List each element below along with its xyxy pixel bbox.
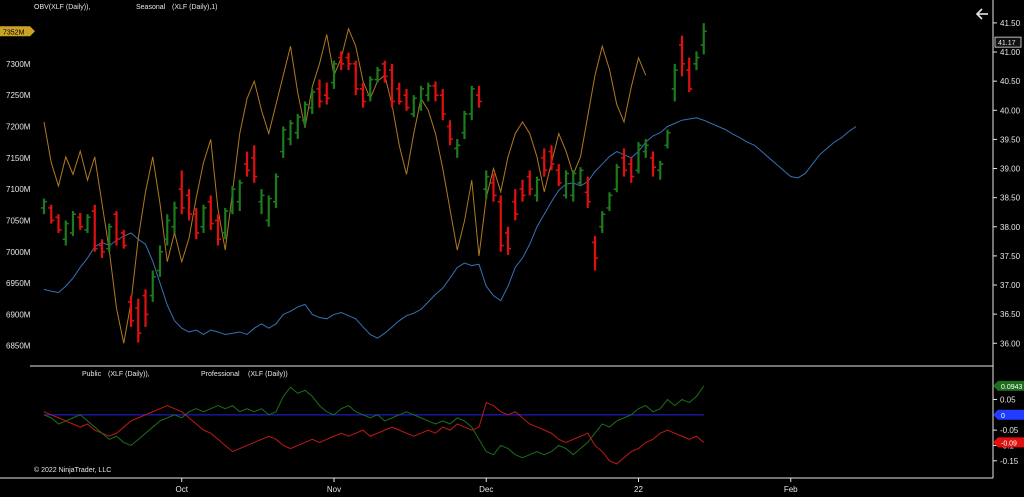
- y-right-tick-label: 37.00: [1000, 281, 1021, 290]
- y-right-tick-label: 38.50: [1000, 194, 1021, 203]
- y-right-tick-label: 37.50: [1000, 252, 1021, 261]
- public-params: (XLF (Daily)),: [108, 371, 150, 378]
- y-left-tick-label: 7100M: [6, 185, 31, 194]
- x-tick-label: Feb: [784, 485, 798, 494]
- osc-tick-label: 0.05: [1000, 395, 1016, 404]
- x-tick-label: Dec: [479, 485, 493, 494]
- obv-title: OBV(XLF (Daily)),: [34, 4, 90, 11]
- x-tick-label: Oct: [176, 485, 189, 494]
- y-left-tick-label: 7300M: [6, 60, 31, 69]
- chart-canvas: OBV(XLF (Daily)), Seasonal (XLF (Daily),…: [0, 0, 1024, 497]
- y-right-tick-label: 40.50: [1000, 77, 1021, 86]
- y-left-tick-label: 6950M: [6, 279, 31, 288]
- y-right-tick-label: 41.00: [1000, 48, 1021, 57]
- y-left-tick-label: 7200M: [6, 122, 31, 131]
- y-left-tick-label: 7250M: [6, 91, 31, 100]
- public-title: Public: [82, 371, 102, 378]
- y-right-tick-label: 39.00: [1000, 165, 1021, 174]
- arrow-left-icon[interactable]: [974, 7, 990, 21]
- y-right-tick-label: 40.00: [1000, 106, 1021, 115]
- seasonal-title: Seasonal: [136, 4, 166, 11]
- y-right-tick-label: 39.50: [1000, 135, 1021, 144]
- y-left-tick-label: 6850M: [6, 342, 31, 351]
- y-right-tick-label: 41.50: [1000, 19, 1021, 28]
- left-value-badge-label: 7352M: [3, 29, 25, 36]
- right-value-badge-label: 41.17: [998, 40, 1016, 47]
- chart-background: [0, 0, 1024, 497]
- professional-title: Professional: [201, 371, 240, 378]
- y-left-tick-label: 7150M: [6, 154, 31, 163]
- professional-params: (XLF (Daily)): [248, 371, 288, 378]
- seasonal-params: (XLF (Daily),1): [172, 4, 218, 11]
- y-left-tick-label: 7050M: [6, 216, 31, 225]
- professional-value-badge-label: 0.0943: [1001, 384, 1023, 391]
- public-value-badge-label: -0.09: [1001, 440, 1017, 447]
- x-tick-label: Nov: [327, 485, 341, 494]
- copyright-text: © 2022 NinjaTrader, LLC: [34, 466, 111, 474]
- osc-tick-label: -0.15: [1000, 457, 1019, 466]
- y-left-tick-label: 6900M: [6, 310, 31, 319]
- osc-tick-label: -0.05: [1000, 426, 1019, 435]
- zero-value-badge-label: 0: [1001, 413, 1005, 420]
- y-right-tick-label: 38.00: [1000, 223, 1021, 232]
- y-right-tick-label: 36.00: [1000, 339, 1021, 348]
- zero-value-badge: [993, 409, 1024, 420]
- y-left-tick-label: 7000M: [6, 248, 31, 257]
- y-right-tick-label: 36.50: [1000, 310, 1021, 319]
- x-tick-label: 22: [634, 485, 643, 494]
